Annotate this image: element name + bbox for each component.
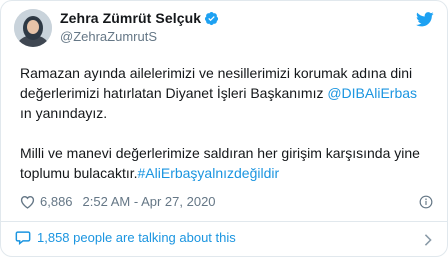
- avatar[interactable]: [14, 9, 52, 47]
- chevron-right-icon[interactable]: [423, 233, 433, 246]
- tweet-timestamp[interactable]: 2:52 AM - Apr 27, 2020: [83, 194, 216, 209]
- conversation-link[interactable]: 1,858 people are talking about this: [15, 230, 236, 246]
- divider: [1, 221, 448, 222]
- author-name-row: Zehra Zümrüt Selçuk: [60, 10, 219, 26]
- heart-icon[interactable]: [20, 195, 35, 209]
- tweet-text: Ramazan ayında ailelerimizi ve nesilleri…: [20, 63, 440, 203]
- author-name[interactable]: Zehra Zümrüt Selçuk: [60, 10, 201, 26]
- mention-link[interactable]: @DIBAliErbas: [327, 85, 417, 101]
- speech-bubble-icon: [15, 230, 31, 246]
- conversation-count-label: 1,858 people are talking about this: [37, 230, 236, 245]
- author-handle[interactable]: @ZehraZumrutS: [60, 29, 157, 44]
- twitter-bird-icon[interactable]: [416, 12, 434, 27]
- tweet-line: ın yanındayız.: [20, 105, 108, 121]
- info-icon[interactable]: [419, 195, 433, 209]
- tweet-meta: 6,886 2:52 AM - Apr 27, 2020: [20, 194, 216, 209]
- tweet-header: Zehra Zümrüt Selçuk @ZehraZumrutS: [14, 9, 434, 53]
- like-count[interactable]: 6,886: [40, 194, 73, 209]
- tweet-line: değerlerimizi hatırlatan Diyanet İşleri …: [20, 85, 328, 101]
- tweet-paragraph-2: Milli ve manevi değerlerimize saldıran h…: [20, 143, 440, 183]
- hashtag-link[interactable]: #AliErbaşyalnızdeğildir: [138, 165, 280, 181]
- tweet-line: Ramazan ayında ailelerimizi ve nesilleri…: [20, 65, 413, 81]
- tweet-line: toplumu bulacaktır.: [20, 165, 138, 181]
- tweet-line: Milli ve manevi değerlerimize saldıran h…: [20, 145, 420, 161]
- tweet-paragraph-1: Ramazan ayında ailelerimizi ve nesilleri…: [20, 63, 440, 123]
- tweet-card[interactable]: Zehra Zümrüt Selçuk @ZehraZumrutS Ramaza…: [0, 0, 448, 257]
- verified-badge-icon: [204, 11, 219, 26]
